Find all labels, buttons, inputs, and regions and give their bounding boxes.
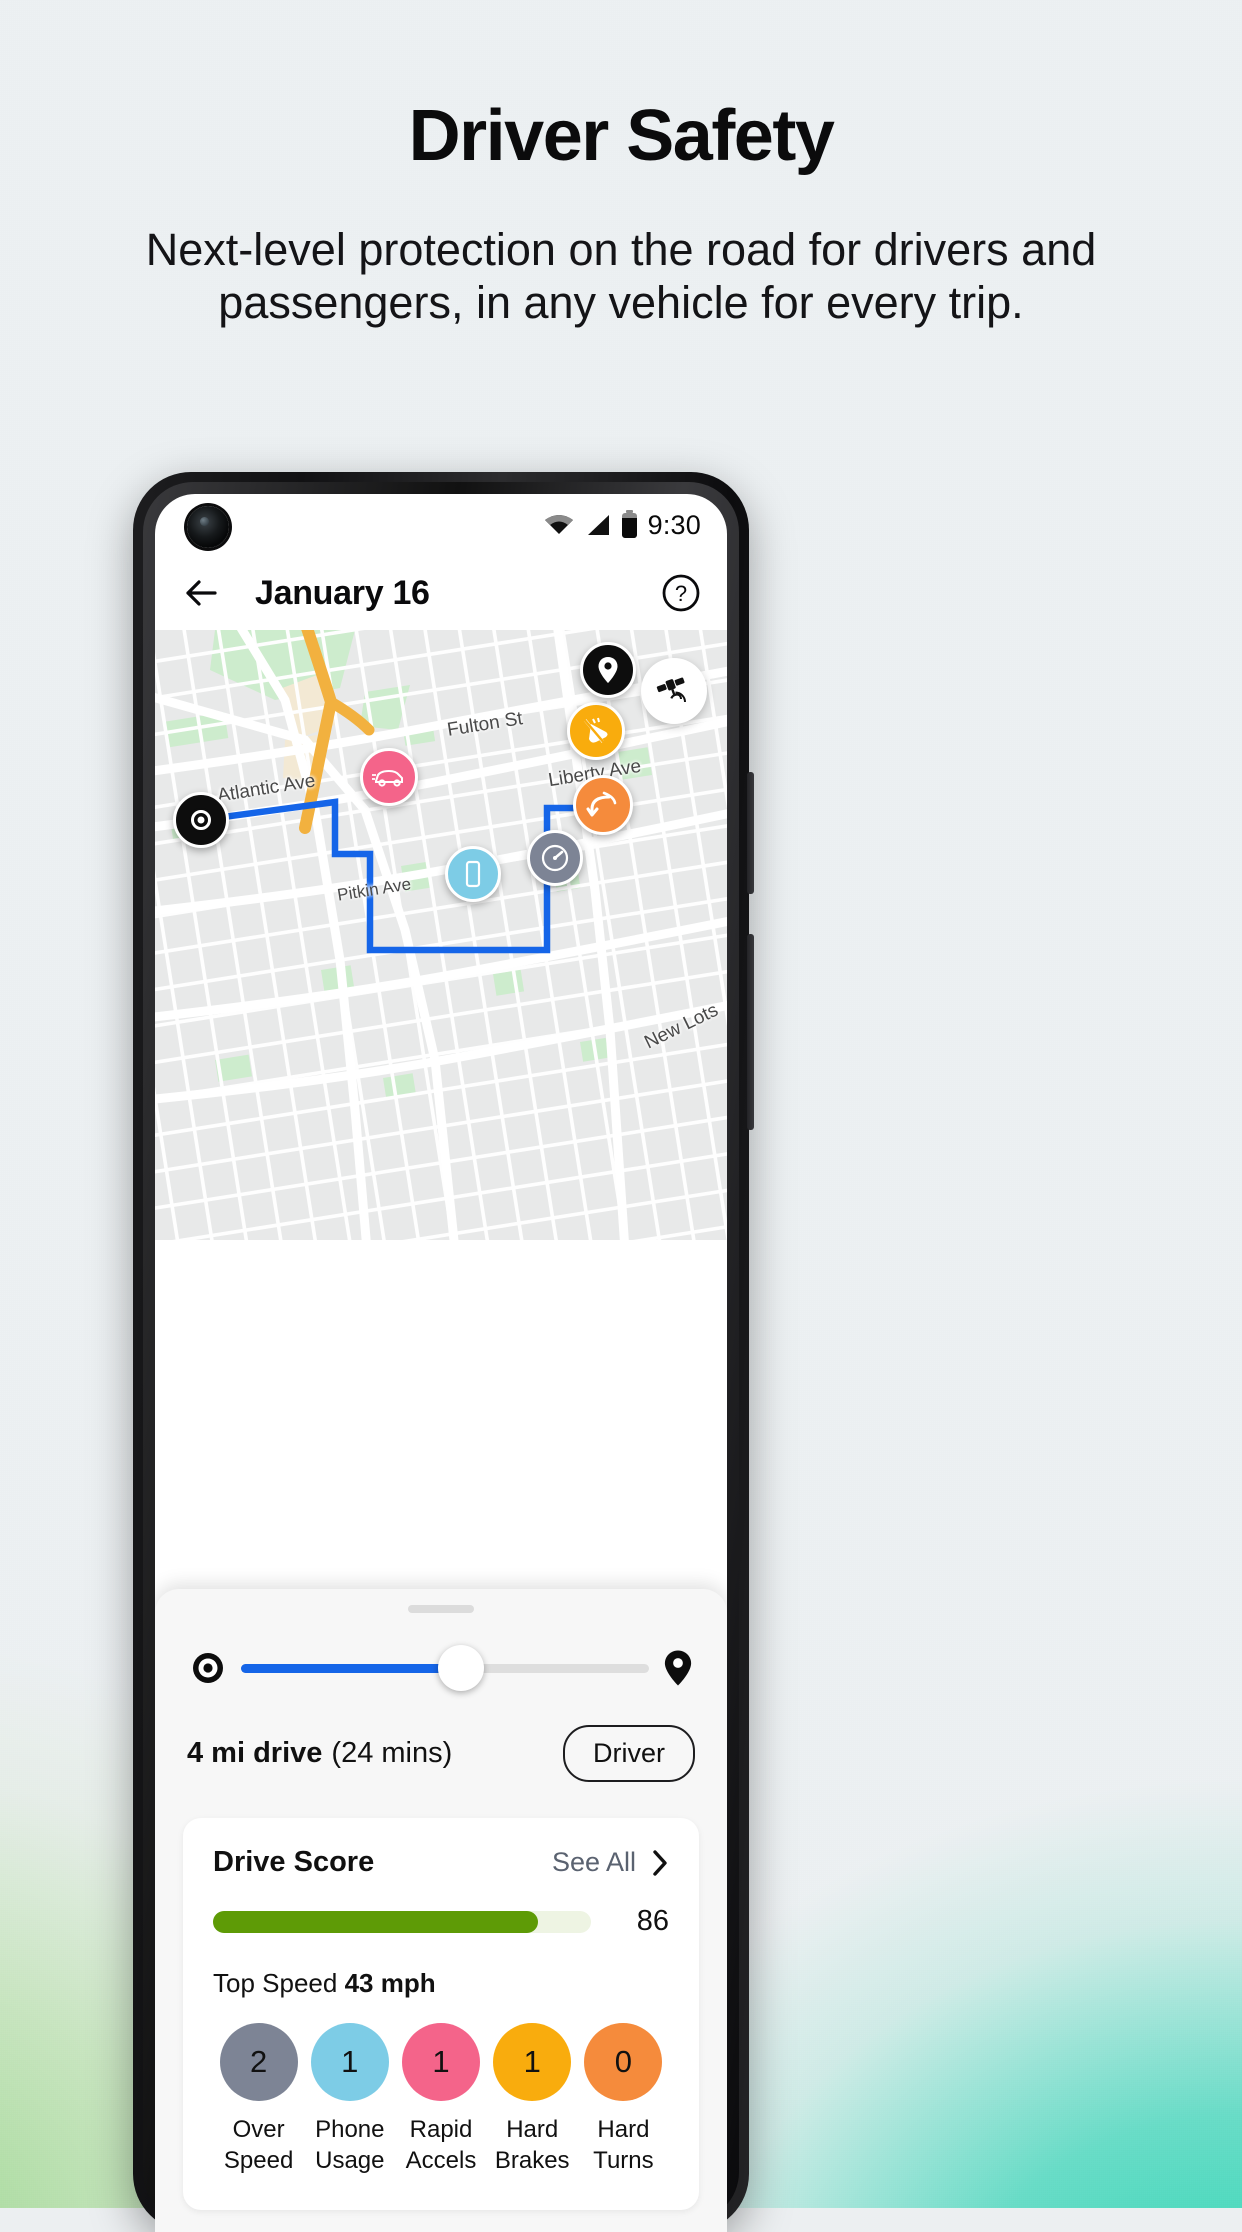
phone-device-mockup: 9:30 January 16 ? Fulton St Atlantic Ave… [133,472,754,2232]
metric-label-line1: Hard [506,2116,559,2143]
trip-duration: (24 mins) [331,1737,453,1769]
metric-label: Over Speed [224,2115,293,2176]
metric-label-line1: Rapid [409,2116,473,2143]
trip-map[interactable]: Fulton St Atlantic Ave Liberty Ave Pitki… [155,630,727,1240]
metric-count-badge: 1 [310,2023,389,2101]
status-bar-icons: 9:30 [544,509,701,541]
over-speed-marker[interactable] [527,830,583,886]
metric-label-line2: Brakes [494,2146,570,2174]
rapid-accel-marker[interactable] [360,748,418,806]
driver-role-badge[interactable]: Driver [563,1725,695,1782]
metric-label: Hard Turns [593,2115,653,2176]
slider-thumb[interactable] [438,1645,485,1691]
hard-turn-marker[interactable] [573,775,633,835]
wifi-icon [544,515,573,534]
metric-label: Phone Usage [315,2115,384,2176]
help-circle-icon[interactable]: ? [661,573,701,613]
metric-count-badge: 1 [493,2023,572,2101]
power-button[interactable] [747,772,754,894]
phone-usage-marker[interactable] [445,846,501,902]
drive-score-progress-track [213,1910,591,1933]
slider-track[interactable] [241,1645,649,1691]
page-subtitle: Next-level protection on the road for dr… [145,224,1097,329]
metric-phone-usage[interactable]: 1 Phone Usage [304,2023,395,2176]
drive-score-progress-fill [213,1910,539,1933]
sheet-drag-handle[interactable] [408,1605,474,1613]
hard-turn-icon [586,791,617,817]
page-title: Driver Safety [408,96,835,176]
metric-label-line2: Turns [593,2146,654,2174]
trip-start-icon [189,808,213,832]
metric-label-line2: Speed [223,2146,294,2174]
phone-screen: 9:30 January 16 ? Fulton St Atlantic Ave… [155,494,727,2232]
hard-brake-marker[interactable] [567,702,625,760]
hero-text-block: Driver Safety Next-level protection on t… [0,95,1242,329]
drive-score-header: Drive Score See All [213,1846,669,1879]
metric-label-line2: Accels [405,2146,477,2174]
drive-event-metrics: 2 Over Speed 1 Phone Usage 1 Rapid Accel… [213,2023,669,2176]
speedometer-icon [541,844,569,872]
satellite-icon [656,677,686,703]
metric-label: Rapid Accels [406,2115,477,2176]
metric-hard-turns[interactable]: 0 Hard Turns [578,2023,669,2176]
destination-pin-icon [664,1650,692,1686]
map-tiles [155,630,727,1240]
metric-over-speed[interactable]: 2 Over Speed [213,2023,304,2176]
phone-icon [465,860,481,888]
trip-progress-slider[interactable] [183,1645,699,1691]
volume-button[interactable] [747,934,754,1130]
trip-distance: 4 mi drive [187,1737,323,1769]
chevron-right-icon[interactable] [652,1849,669,1877]
status-bar-clock: 9:30 [647,509,701,540]
see-all-link[interactable]: See All [552,1847,636,1878]
car-icon [372,769,403,787]
trip-start-icon [193,1653,223,1683]
top-speed-label: Top Speed [213,1968,338,1998]
metric-label-line1: Over [232,2116,285,2143]
cell-signal-icon [587,515,609,535]
slider-fill [241,1663,462,1673]
svg-text:?: ? [675,581,687,606]
app-header-title: January 16 [255,573,430,612]
metric-label: Hard Brakes [495,2115,570,2176]
trip-start-marker[interactable] [173,792,229,848]
metric-rapid-accels[interactable]: 1 Rapid Accels [395,2023,486,2176]
metric-count-badge: 2 [219,2023,298,2101]
trip-summary-row: 4 mi drive (24 mins) Driver [183,1725,699,1782]
status-bar: 9:30 [155,494,727,556]
metric-count-badge: 1 [402,2023,480,2101]
drive-score-card: Drive Score See All 86 Top Speed 43 mph [183,1818,699,2211]
metric-count-badge: 0 [584,2023,663,2101]
metric-hard-brakes[interactable]: 1 Hard Brakes [487,2023,578,2176]
app-header: January 16 ? [155,556,727,630]
metric-label-line1: Phone [315,2116,385,2143]
drive-score-title: Drive Score [213,1846,375,1878]
hard-brake-icon [582,717,608,745]
metric-label-line1: Hard [597,2116,650,2143]
trip-detail-sheet: 4 mi drive (24 mins) Driver Drive Score … [155,1589,727,2232]
front-camera-punchhole [187,506,229,548]
back-arrow-icon[interactable] [181,573,221,613]
top-speed-value: 43 mph [344,1968,436,1998]
top-speed-row: Top Speed 43 mph [213,1968,669,1999]
drive-score-value: 86 [636,1905,669,1937]
trip-destination-marker[interactable] [580,642,636,698]
drive-score-bar-row: 86 [213,1905,669,1938]
satellite-view-button[interactable] [641,658,707,724]
battery-icon [621,509,637,538]
metric-label-line2: Usage [315,2146,385,2174]
trip-destination-pin-icon [598,657,618,683]
